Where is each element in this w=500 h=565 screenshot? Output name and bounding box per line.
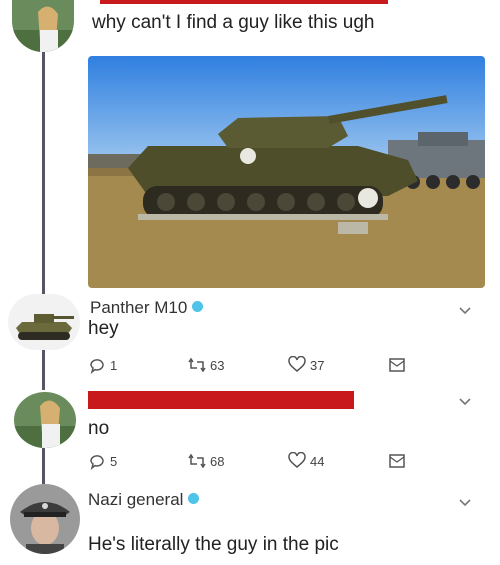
avatar-user-1-reply[interactable] (14, 392, 76, 448)
avatar-user-1[interactable] (12, 0, 74, 52)
tweet-4-text: He's literally the guy in the pic (88, 534, 339, 555)
author-name-2: Nazi general (88, 490, 184, 509)
tweet-3-actions: 5 68 44 (88, 452, 418, 474)
avatar-panther-m10[interactable] (8, 294, 80, 350)
chevron-down-icon-3[interactable] (458, 495, 472, 509)
verified-badge-icon-2 (188, 493, 200, 504)
tweet-2-author[interactable]: Panther M10 (90, 298, 204, 318)
reply-count: 1 (110, 357, 118, 373)
tank-photo[interactable] (88, 56, 485, 288)
message-button[interactable] (388, 356, 410, 374)
tweet-4-author[interactable]: Nazi general (88, 490, 200, 510)
like-button[interactable]: 37 (288, 356, 324, 374)
thread-line-1 (42, 52, 45, 296)
thread-line-3 (42, 448, 45, 484)
reply-count-2: 5 (110, 453, 118, 469)
retweet-count-2: 68 (210, 453, 225, 469)
message-button-2[interactable] (388, 452, 410, 470)
author-name: Panther M10 (90, 298, 188, 317)
like-count: 37 (310, 357, 325, 373)
thread-line-2 (42, 348, 45, 390)
like-count-2: 44 (310, 453, 325, 469)
tweet-2-actions: 1 63 37 (88, 356, 418, 378)
chevron-down-icon[interactable] (458, 303, 472, 317)
chevron-down-icon-2[interactable] (458, 394, 472, 408)
like-button-2[interactable]: 44 (288, 452, 324, 470)
retweet-button-2[interactable]: 68 (188, 452, 224, 470)
verified-badge-icon (192, 301, 204, 312)
tweet-2-text: hey (88, 318, 119, 339)
retweet-button[interactable]: 63 (188, 356, 224, 374)
envelope-icon (389, 358, 405, 372)
redacted-username-bar-2 (88, 391, 354, 409)
reply-icon (90, 359, 104, 374)
tweet-1-text: why can't I find a guy like this ugh (92, 12, 375, 33)
reply-button[interactable]: 1 (88, 356, 117, 374)
reply-icon (90, 455, 104, 470)
retweet-count: 63 (210, 357, 225, 373)
heart-icon (288, 452, 306, 468)
retweet-icon (188, 453, 206, 469)
avatar-nazi-general[interactable] (10, 484, 80, 554)
heart-icon (288, 356, 306, 372)
tweet-3-text: no (88, 418, 110, 439)
reply-button-2[interactable]: 5 (88, 452, 117, 470)
retweet-icon (188, 357, 206, 373)
redacted-username-bar (100, 0, 388, 4)
envelope-icon (389, 454, 405, 468)
